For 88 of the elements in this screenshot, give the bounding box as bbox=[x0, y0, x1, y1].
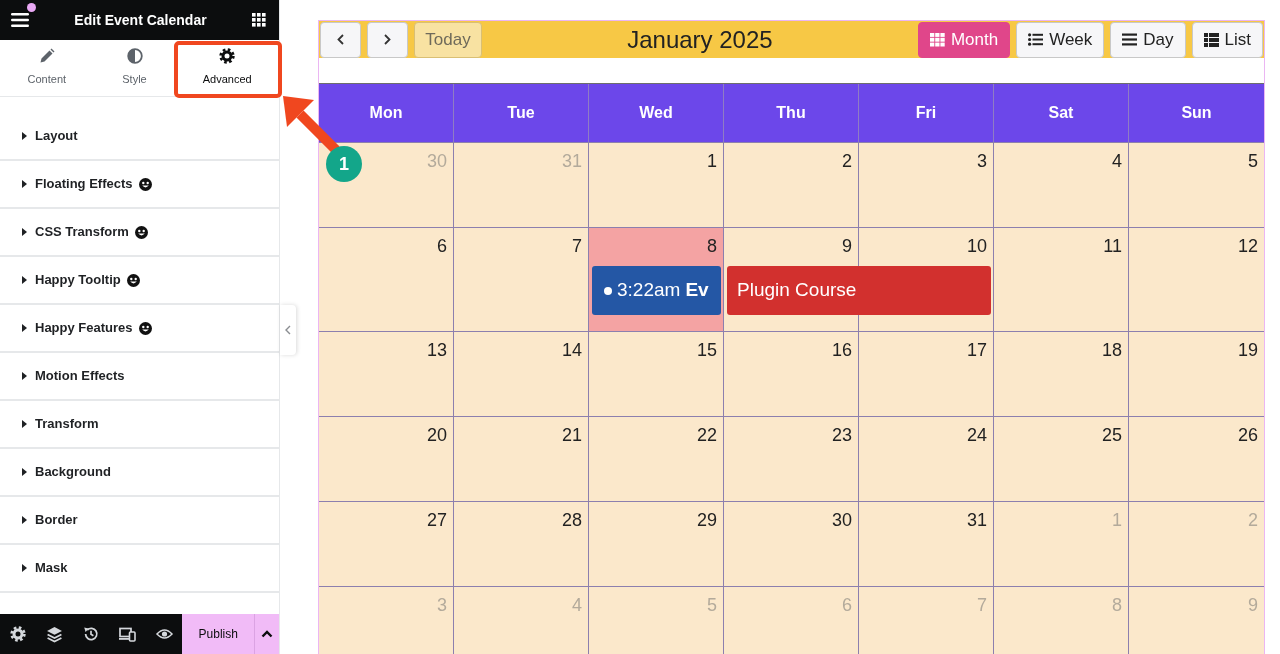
panel-title: Edit Event Calendar bbox=[74, 10, 207, 30]
expand-button[interactable] bbox=[254, 614, 279, 654]
bullet-icon bbox=[604, 286, 612, 295]
caret-icon bbox=[22, 372, 27, 380]
event-bar[interactable]: 3:22am Ev bbox=[592, 266, 721, 315]
day-number[interactable]: 15 bbox=[696, 338, 717, 362]
grid-icon bbox=[929, 32, 945, 47]
section-toggle[interactable]: CSS Transform bbox=[0, 209, 279, 257]
day-number[interactable]: 20 bbox=[426, 423, 447, 447]
view-button[interactable]: Week bbox=[1016, 21, 1105, 58]
section-toggle[interactable]: Happy Tooltip bbox=[0, 257, 279, 305]
caret-icon bbox=[22, 420, 27, 428]
chevron-right-icon bbox=[384, 34, 391, 45]
caret-icon bbox=[22, 564, 27, 572]
section-toggle[interactable]: Mask bbox=[0, 545, 279, 593]
contrast-icon bbox=[126, 48, 143, 65]
day-number[interactable]: 17 bbox=[966, 338, 987, 362]
pencil-icon bbox=[38, 48, 55, 65]
event-title: Ev bbox=[685, 278, 709, 303]
caret-icon bbox=[22, 324, 27, 332]
section-toggle[interactable]: Motion Effects bbox=[0, 353, 279, 401]
settings-icon[interactable] bbox=[10, 626, 27, 642]
day-number[interactable]: 3 bbox=[977, 149, 987, 173]
view-button[interactable]: Month bbox=[917, 21, 1011, 58]
day-number[interactable]: 28 bbox=[561, 508, 582, 532]
day-number[interactable]: 8 bbox=[707, 234, 717, 258]
history-icon[interactable] bbox=[83, 626, 100, 642]
day-number[interactable]: 23 bbox=[831, 423, 852, 447]
caret-icon bbox=[22, 276, 27, 284]
panel-tab[interactable]: Style bbox=[93, 40, 176, 96]
calendar-title: January 2025 bbox=[627, 24, 773, 55]
chevron-left-icon bbox=[337, 34, 344, 45]
devices-icon[interactable] bbox=[119, 626, 137, 642]
gear-icon bbox=[219, 48, 236, 65]
day-number[interactable]: 27 bbox=[426, 508, 447, 532]
menu-icon[interactable] bbox=[11, 13, 29, 27]
day-number[interactable]: 10 bbox=[966, 234, 987, 258]
chevron-up-icon bbox=[261, 630, 274, 638]
collapse-handle[interactable] bbox=[280, 305, 296, 355]
panel-tab[interactable]: Content bbox=[0, 40, 94, 96]
day-number[interactable]: 9 bbox=[842, 234, 852, 258]
section-toggle[interactable]: Border bbox=[0, 497, 279, 545]
table-list-icon bbox=[1203, 32, 1219, 47]
caret-icon bbox=[22, 468, 27, 476]
caret-icon bbox=[22, 132, 27, 140]
list-icon bbox=[1028, 33, 1044, 46]
caret-icon bbox=[22, 180, 27, 188]
day-number[interactable]: 22 bbox=[696, 423, 717, 447]
section-toggle[interactable]: Floating Effects bbox=[0, 161, 279, 209]
day-number[interactable]: 21 bbox=[561, 423, 582, 447]
view-button[interactable]: List bbox=[1191, 21, 1263, 58]
day-number[interactable]: 31 bbox=[966, 508, 987, 532]
day-number[interactable]: 14 bbox=[561, 338, 582, 362]
event-time: 3:22am bbox=[617, 278, 681, 303]
view-button[interactable]: Day bbox=[1110, 21, 1186, 58]
pointer-arrow bbox=[283, 96, 340, 154]
day-number[interactable]: 18 bbox=[1101, 338, 1122, 362]
day-number[interactable]: 12 bbox=[1237, 234, 1258, 258]
weekday-heading: Sun bbox=[1180, 103, 1213, 123]
day-number[interactable]: 16 bbox=[831, 338, 852, 362]
publish-button[interactable]: Publish bbox=[182, 614, 255, 654]
caret-icon bbox=[22, 228, 27, 236]
day-number[interactable]: 4 bbox=[1112, 149, 1122, 173]
day-number[interactable]: 29 bbox=[696, 508, 717, 532]
section-toggle[interactable]: Happy Features bbox=[0, 305, 279, 353]
event-bar[interactable]: Plugin Course bbox=[727, 266, 991, 315]
day-number[interactable]: 26 bbox=[1237, 423, 1258, 447]
chevron-left-icon bbox=[285, 325, 291, 335]
caret-icon bbox=[22, 516, 27, 524]
day-number[interactable]: 11 bbox=[1103, 234, 1122, 258]
eye-icon[interactable] bbox=[155, 628, 173, 640]
day-number[interactable]: 19 bbox=[1237, 338, 1258, 362]
section-toggle[interactable]: Transform bbox=[0, 401, 279, 449]
day-number[interactable]: 25 bbox=[1101, 423, 1122, 447]
day-number[interactable]: 30 bbox=[831, 508, 852, 532]
bars-icon bbox=[1122, 33, 1138, 46]
day-number[interactable]: 5 bbox=[1248, 149, 1258, 173]
day-number[interactable]: 7 bbox=[572, 234, 582, 258]
panel-tab[interactable]: Advanced bbox=[175, 40, 279, 96]
day-number[interactable]: 13 bbox=[426, 338, 447, 362]
day-number[interactable]: 24 bbox=[966, 423, 987, 447]
day-number[interactable]: 2 bbox=[842, 149, 852, 173]
section-toggle[interactable]: Background bbox=[0, 449, 279, 497]
day-number[interactable]: 1 bbox=[707, 149, 717, 173]
layers-icon[interactable] bbox=[46, 625, 64, 643]
apps-grid-icon[interactable] bbox=[252, 13, 266, 27]
day-number[interactable]: 6 bbox=[437, 234, 447, 258]
section-toggle[interactable]: Layout bbox=[0, 113, 279, 161]
